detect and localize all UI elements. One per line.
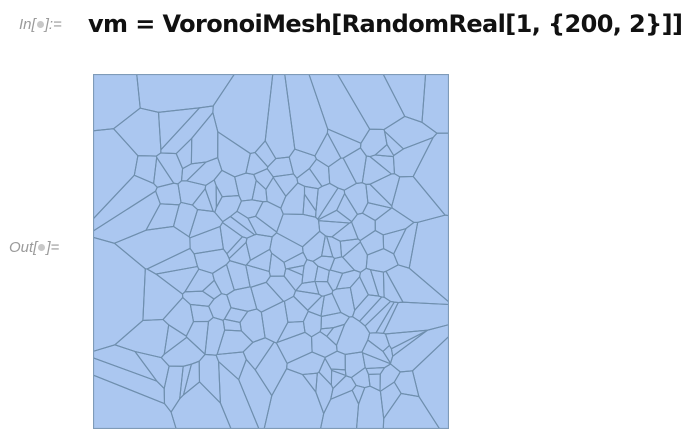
input-cell-label: In[ ]:= (19, 16, 62, 33)
output-label-prefix: Out[ (9, 239, 38, 256)
cell-number-placeholder-icon (36, 21, 44, 28)
voronoi-mesh-graphic (93, 74, 449, 429)
cell-number-placeholder-icon (38, 244, 46, 251)
input-label-prefix: In[ (19, 16, 36, 33)
output-cell-label: Out[ ]= (9, 239, 59, 256)
input-label-suffix: ]:= (44, 16, 62, 33)
input-code[interactable]: vm = VoronoiMesh[RandomReal[1, {200, 2}]… (88, 10, 683, 38)
output-label-suffix: ]= (46, 239, 60, 256)
voronoi-mesh-output[interactable] (93, 74, 449, 429)
